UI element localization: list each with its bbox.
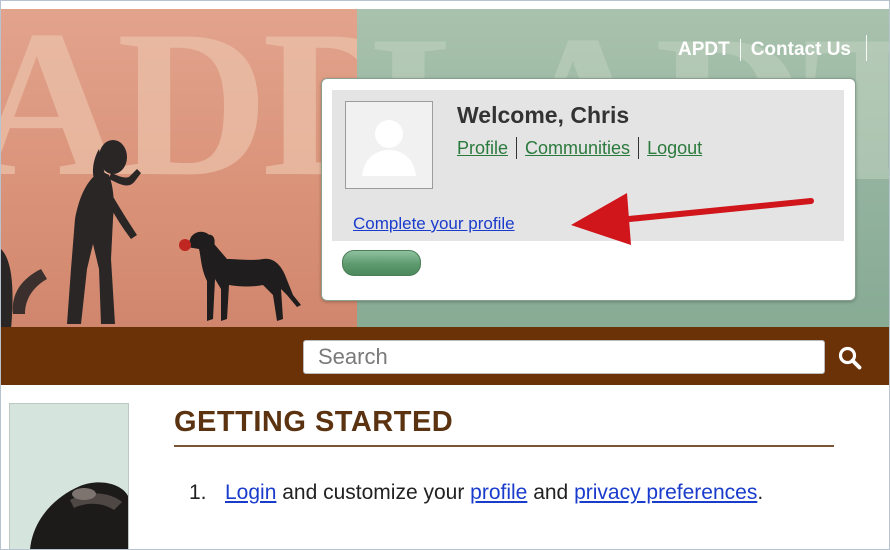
complete-profile-link[interactable]: Complete your profile [353,214,515,234]
privacy-preferences-link[interactable]: privacy preferences [574,481,757,504]
user-silhouette-icon [362,120,416,176]
profile-link[interactable]: Profile [457,138,508,159]
list-item-text-segment: and [527,481,575,504]
communities-link[interactable]: Communities [525,138,630,159]
contact-us-link[interactable]: Contact Us [751,39,851,61]
header-edge-separator [866,35,867,61]
trainer-and-dog-illustration [1,140,301,327]
welcome-link-separator [638,137,640,159]
header-link-separator [739,39,741,61]
welcome-links: Profile Communities Logout [457,137,702,159]
header-links: APDT Contact Us [678,39,851,61]
profile-progress-fill [342,250,421,276]
list-item-text-segment: and customize your [276,481,471,504]
list-item-number: 1. [189,481,207,504]
login-link[interactable]: Login [225,481,276,504]
search-button[interactable] [833,343,867,373]
welcome-link-separator [516,137,518,159]
search-icon [838,346,862,370]
page-frame: ADDT LADT APDT [0,0,890,550]
apdt-link[interactable]: APDT [678,39,730,61]
welcome-title: Welcome, Chris [457,102,630,128]
dog-photo-image [10,404,128,549]
section-title: GETTING STARTED [174,406,454,438]
logout-link[interactable]: Logout [647,138,702,159]
section-divider [174,445,834,447]
sidebar-dog-photo [9,403,129,549]
list-item-text-segment: . [757,481,764,504]
list-item-text: Login and customize your profile and pri… [225,478,785,508]
avatar[interactable] [345,101,433,189]
red-arrow-icon [571,193,814,245]
search-input[interactable] [303,340,825,374]
profile-settings-link[interactable]: profile [470,481,527,504]
